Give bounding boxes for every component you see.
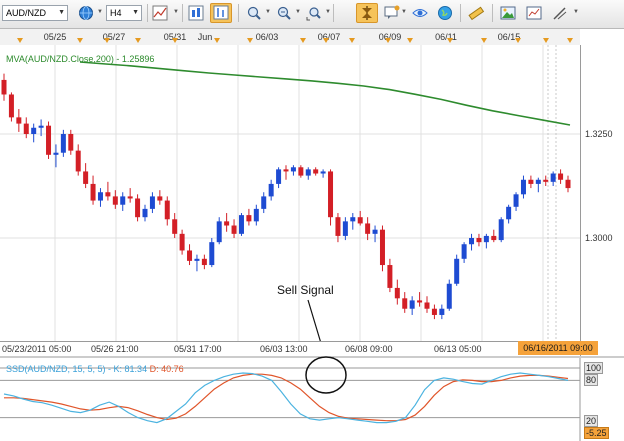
bullish-candle-body: [194, 258, 200, 261]
time-tick-label: 05/31 17:00: [174, 344, 222, 354]
bullish-candle-body: [461, 244, 467, 259]
bearish-candle-body: [491, 235, 497, 241]
bullish-candle-body: [513, 194, 519, 207]
time-tick-label: 06/08 09:00: [345, 344, 393, 354]
bearish-candle-body: [1, 79, 7, 95]
bullish-candle-body: [506, 206, 512, 220]
bullish-candle-body: [372, 229, 378, 234]
bullish-candle-body: [446, 283, 452, 309]
bearish-candle-body: [187, 250, 193, 261]
bullish-candle-body: [520, 179, 526, 195]
moving-average-label[interactable]: MVA(AUD/NZD.Close,200) - 1.25896: [6, 54, 154, 64]
bullish-candle-body: [535, 179, 541, 184]
bearish-candle-body: [224, 221, 230, 226]
time-tick-label: 05/26 21:00: [91, 344, 139, 354]
bullish-candle-body: [409, 300, 415, 309]
bearish-candle-body: [431, 308, 437, 315]
stochastic-d-value: D: 40.76: [149, 364, 184, 374]
bearish-candle-body: [328, 171, 334, 218]
bullish-candle-body: [268, 183, 274, 197]
bearish-candle-body: [135, 198, 141, 218]
bullish-candle-body: [31, 127, 37, 134]
bullish-candle-body: [498, 219, 504, 241]
bearish-candle-body: [231, 225, 237, 234]
bearish-candle-body: [179, 233, 185, 251]
bearish-candle-body: [172, 219, 178, 234]
bearish-candle-body: [565, 179, 571, 189]
stochastic-k-value: K: 81.34: [113, 364, 148, 374]
bullish-candle-body: [209, 242, 215, 266]
bearish-candle-body: [23, 123, 29, 134]
bearish-candle-body: [528, 179, 534, 184]
bearish-candle-body: [417, 300, 423, 303]
bearish-candle-body: [46, 125, 52, 155]
bearish-candle-body: [75, 150, 81, 172]
bearish-candle-body: [90, 183, 96, 201]
stochastic-label[interactable]: SSD(AUD/NZD, 15, 5, 5) - K: 81.34 D: 40.…: [6, 364, 184, 374]
bearish-candle-body: [283, 169, 289, 172]
price-tick-label: 1.3000: [585, 233, 613, 243]
bullish-candle-body: [216, 221, 222, 243]
bullish-candle-body: [290, 167, 296, 172]
sell-signal-annotation: Sell Signal: [277, 283, 334, 297]
time-tick-label: 06/13 05:00: [434, 344, 482, 354]
bearish-candle-body: [357, 217, 363, 224]
bearish-candle-body: [83, 171, 89, 184]
indicator-tick-label: 100: [584, 362, 604, 374]
bullish-candle-body: [342, 221, 348, 236]
bullish-candle-body: [439, 308, 445, 315]
indicator-tick-label: 80: [584, 374, 599, 386]
time-tick-label: 05/23/2011 05:00: [2, 344, 72, 354]
bullish-candle-body: [60, 134, 66, 153]
bearish-candle-body: [558, 173, 564, 180]
time-axis[interactable]: 05/23/2011 05:00 05/26 21:00 05/31 17:00…: [0, 341, 580, 356]
bearish-candle-body: [164, 200, 170, 220]
bullish-candle-body: [320, 171, 326, 174]
bearish-candle-body: [127, 196, 133, 199]
bullish-candle-body: [142, 208, 148, 218]
bullish-candle-body: [454, 258, 460, 284]
bearish-candle-body: [68, 134, 74, 151]
price-axis[interactable]: 1.3250 1.3000: [580, 45, 624, 356]
bullish-candle-body: [53, 152, 59, 155]
bearish-candle-body: [394, 287, 400, 299]
stochastic-name: SSD(AUD/NZD, 15, 5, 5) -: [6, 364, 112, 374]
bullish-candle-body: [483, 235, 489, 243]
bearish-candle-body: [246, 215, 252, 222]
bearish-candle-body: [313, 169, 319, 174]
bullish-candle-body: [305, 169, 311, 176]
bearish-candle-body: [8, 94, 14, 118]
bearish-candle-body: [424, 302, 430, 309]
bearish-candle-body: [112, 196, 118, 205]
indicator-tick-label: 20: [584, 415, 599, 427]
bearish-candle-body: [157, 196, 163, 201]
bullish-candle-body: [276, 169, 282, 184]
bullish-candle-body: [38, 125, 44, 128]
bearish-candle-body: [335, 217, 341, 236]
bullish-candle-body: [120, 196, 126, 205]
bearish-candle-body: [387, 265, 393, 288]
bullish-candle-body: [350, 217, 356, 222]
bearish-candle-body: [402, 298, 408, 309]
bearish-candle-body: [105, 192, 111, 197]
indicator-tick-label: -5.25: [584, 427, 609, 439]
bullish-candle-body: [238, 215, 244, 234]
current-time-badge: 06/16/2011 09:00: [518, 341, 598, 355]
bearish-candle-body: [543, 179, 549, 182]
bullish-candle-body: [149, 196, 155, 209]
bearish-candle-body: [365, 223, 371, 234]
price-tick-label: 1.3250: [585, 129, 613, 139]
bearish-candle-body: [379, 229, 385, 266]
bearish-candle-body: [201, 258, 207, 266]
bullish-candle-body: [97, 192, 103, 201]
time-tick-label: 06/03 13:00: [260, 344, 308, 354]
bullish-candle-body: [550, 173, 556, 182]
bullish-candle-body: [253, 208, 259, 222]
bullish-candle-body: [261, 196, 267, 209]
bearish-candle-body: [476, 238, 482, 243]
bullish-candle-body: [469, 238, 475, 245]
bearish-candle-body: [298, 167, 304, 176]
chart-canvas[interactable]: [0, 0, 624, 441]
bearish-candle-body: [16, 117, 22, 124]
